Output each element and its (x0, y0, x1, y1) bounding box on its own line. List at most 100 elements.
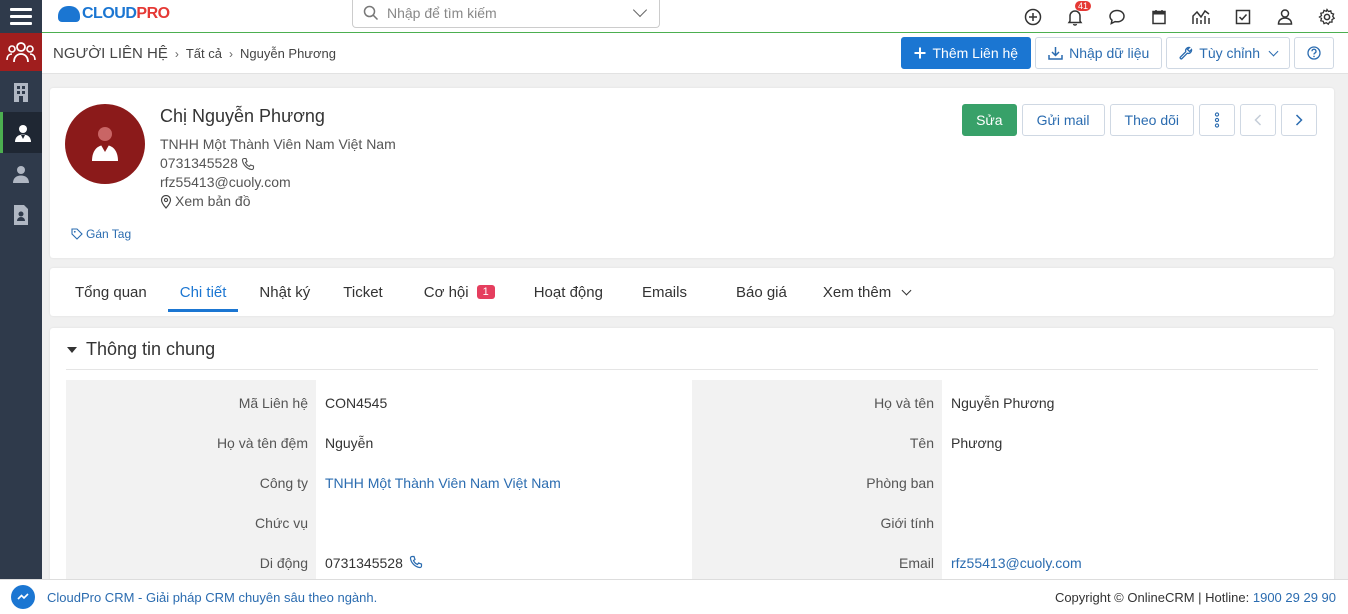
checkbox-task-icon[interactable] (1222, 5, 1264, 29)
follow-button[interactable]: Theo dõi (1109, 104, 1194, 136)
users-group-icon (6, 42, 36, 63)
footer: CloudPro CRM - Giải pháp CRM chuyên sâu … (0, 579, 1348, 614)
field-value-email-link[interactable]: rfz55413@cuoly.com (942, 540, 1318, 580)
send-mail-button[interactable]: Gửi mail (1021, 104, 1105, 136)
download-icon (1048, 46, 1063, 60)
field-value-company-link[interactable]: TNHH Một Thành Viên Nam Việt Nam (316, 460, 692, 500)
sidebar-item-documents[interactable] (0, 194, 42, 235)
map-pin-icon (160, 194, 172, 209)
tab-log[interactable]: Nhật ký (247, 268, 322, 316)
phone-icon[interactable] (409, 555, 423, 569)
tab-ticket[interactable]: Ticket (331, 268, 394, 316)
contact-name: Chị Nguyễn Phương (160, 106, 325, 126)
field-value-mobile[interactable]: 0731345528 (316, 540, 692, 580)
sidebar-item-contacts-group[interactable] (0, 33, 42, 71)
field-row: Di động 0731345528 Email rfz55413@cuoly.… (66, 540, 1318, 580)
sidebar-item-leads[interactable] (0, 153, 42, 194)
customize-button[interactable]: Tùy chỉnh (1166, 37, 1290, 69)
top-bar: CLOUD PRO Nhập để tìm kiếm 41 (0, 0, 1348, 33)
tab-activities[interactable]: Hoạt động (522, 268, 615, 316)
opportunities-count-badge: 1 (476, 285, 495, 299)
field-label: Họ và tên đệm (66, 420, 316, 460)
chat-icon[interactable] (1096, 5, 1138, 29)
gear-icon[interactable] (1306, 5, 1348, 29)
sidebar-item-contacts[interactable] (0, 112, 42, 153)
contact-company: TNHH Một Thành Viên Nam Việt Nam (160, 136, 396, 152)
breadcrumb-module[interactable]: Người liên hệ (53, 45, 168, 62)
more-options-button[interactable] (1199, 104, 1235, 136)
search-placeholder: Nhập để tìm kiếm (387, 4, 497, 21)
footer-copyright: Copyright © OnlineCRM | Hotline: 1900 29… (1054, 589, 1336, 605)
phone-icon[interactable] (241, 157, 255, 171)
field-value-position[interactable] (316, 500, 692, 540)
cloud-icon (58, 6, 80, 22)
field-label: Họ và tên (692, 380, 942, 420)
field-value-full-name[interactable]: Nguyễn Phương (942, 380, 1318, 420)
sidebar (0, 33, 42, 579)
breadcrumb-current: Nguyễn Phương (239, 46, 336, 61)
assign-tag-link[interactable]: Gán Tag (71, 227, 131, 241)
bell-icon[interactable]: 41 (1054, 0, 1096, 29)
field-row: Công ty TNHH Một Thành Viên Nam Việt Nam… (66, 460, 1318, 500)
help-button[interactable] (1294, 37, 1334, 69)
next-record-button[interactable] (1281, 104, 1317, 136)
field-value-first-name[interactable]: Phương (942, 420, 1318, 460)
field-label: Phòng ban (692, 460, 942, 500)
footer-slogan[interactable]: CloudPro CRM - Giải pháp CRM chuyên sâu … (47, 590, 377, 605)
tag-icon (71, 228, 83, 240)
tab-details[interactable]: Chi tiết (167, 268, 239, 316)
report-chart-icon[interactable] (1180, 5, 1222, 29)
field-value-contact-code[interactable]: CON4545 (316, 380, 692, 420)
tab-more[interactable]: Xem thêm (811, 268, 922, 316)
field-label: Giới tính (692, 500, 942, 540)
document-user-icon (14, 204, 28, 225)
section-toggle[interactable]: Thông tin chung (67, 339, 215, 360)
tab-overview[interactable]: Tổng quan (63, 268, 159, 316)
edit-button[interactable]: Sửa (962, 104, 1017, 136)
field-row: Họ và tên đệm Nguyễn Tên Phương (66, 420, 1318, 460)
import-data-button[interactable]: Nhập dữ liệu (1035, 37, 1163, 69)
search-icon (363, 5, 379, 20)
user-profile-icon[interactable] (1264, 5, 1306, 29)
app-logo[interactable]: CLOUD PRO (58, 2, 170, 26)
breadcrumb-all[interactable]: Tất cả (186, 46, 222, 61)
more-vertical-icon (1214, 112, 1220, 128)
section-title: Thông tin chung (86, 339, 216, 359)
building-icon (14, 82, 28, 102)
user-icon (13, 165, 29, 183)
field-label: Chức vụ (66, 500, 316, 540)
calendar-icon[interactable] (1138, 5, 1180, 29)
field-value-department[interactable] (942, 460, 1318, 500)
help-icon (1307, 46, 1321, 60)
contact-email[interactable]: rfz55413@cuoly.com (160, 173, 396, 192)
field-value-middle-name[interactable]: Nguyễn (316, 420, 692, 460)
field-label: Tên (692, 420, 942, 460)
hotline-link[interactable]: 1900 29 29 90 (1253, 590, 1336, 605)
header-actions: Thêm Liên hệ Nhập dữ liệu Tùy chỉnh (901, 37, 1334, 69)
profile-info: Chị Nguyễn Phương TNHH Một Thành Viên Na… (160, 106, 396, 211)
add-icon[interactable] (1012, 5, 1054, 29)
previous-record-button[interactable] (1240, 104, 1276, 136)
menu-icon[interactable] (0, 0, 42, 33)
tab-opportunities[interactable]: Cơ hội 1 (412, 268, 507, 316)
add-contact-button[interactable]: Thêm Liên hệ (901, 37, 1032, 69)
field-label: Công ty (66, 460, 316, 500)
tab-emails[interactable]: Emails (630, 268, 699, 316)
plus-icon (914, 47, 926, 59)
view-map-link[interactable]: Xem bản đồ (160, 192, 396, 211)
contact-phone-line: 0731345528 (160, 154, 396, 173)
breadcrumb-bar: Người liên hệ › Tất cả › Nguyễn Phương T… (42, 33, 1348, 74)
profile-actions: Sửa Gửi mail Theo dõi (962, 104, 1317, 136)
chevron-down-icon (901, 285, 912, 295)
contact-profile-card: Chị Nguyễn Phương TNHH Một Thành Viên Na… (50, 88, 1334, 258)
global-search-input[interactable]: Nhập để tìm kiếm (352, 0, 660, 28)
field-grid: Mã Liên hệ CON4545 Họ và tên Nguyễn Phươ… (66, 380, 1318, 580)
messenger-icon[interactable] (11, 585, 35, 609)
chevron-down-icon[interactable] (632, 2, 648, 18)
field-value-gender[interactable] (942, 500, 1318, 540)
sidebar-item-organizations[interactable] (0, 71, 42, 112)
tab-quotes[interactable]: Báo giá (724, 268, 799, 316)
record-tabs: Tổng quan Chi tiết Nhật ký Ticket Cơ hội… (50, 268, 1334, 316)
caret-down-icon (67, 346, 77, 353)
avatar[interactable] (65, 104, 145, 184)
